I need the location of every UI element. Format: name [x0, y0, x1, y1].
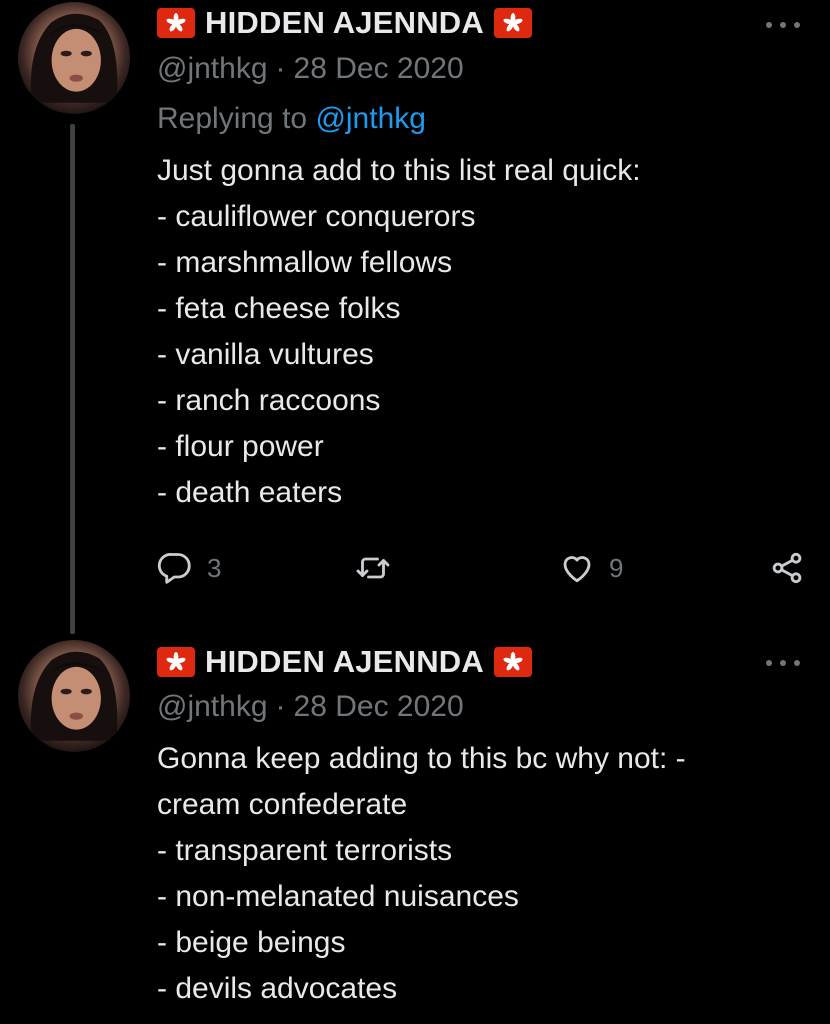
- share-button[interactable]: [769, 545, 805, 591]
- handle[interactable]: @jnthkg: [157, 52, 268, 85]
- tweet-1: HIDDEN AJENNDA @jnthkg · 28 Dec 2020 Reply…: [0, 0, 830, 640]
- tweet-text-line: - devils advocates: [157, 972, 398, 1005]
- avatar[interactable]: [18, 640, 130, 752]
- tweet-text-line: - feta cheese folks: [157, 292, 401, 325]
- hong-kong-flag-icon: [493, 8, 532, 38]
- thread-connector: [70, 124, 75, 634]
- replying-mention-link[interactable]: @jnthkg: [315, 102, 426, 135]
- hong-kong-flag-icon: [157, 647, 195, 677]
- tweet-text-line: cream confederate: [157, 788, 408, 821]
- tweet-text: Just gonna add to this list real quick: …: [157, 148, 797, 516]
- reply-bubble-icon: [157, 553, 191, 584]
- tweet-text-line: - marshmallow fellows: [157, 246, 453, 279]
- display-name[interactable]: HIDDEN AJENNDA: [205, 644, 484, 680]
- reply-count: 3: [207, 552, 222, 583]
- tweet-header: HIDDEN AJENNDA: [157, 640, 532, 684]
- retweet-button[interactable]: [355, 545, 391, 591]
- like-button[interactable]: 9: [559, 545, 623, 591]
- timestamp[interactable]: 28 Dec 2020: [294, 690, 464, 723]
- tweet-text-line: - beige beings: [157, 926, 346, 959]
- reply-button[interactable]: 3: [157, 545, 221, 591]
- more-dots-icon: [766, 22, 772, 28]
- tweet-text-line: - transparent terrorists: [157, 834, 453, 867]
- separator: ·: [275, 52, 286, 85]
- share-nodes-icon: [772, 552, 802, 584]
- more-dots-icon: [766, 660, 772, 666]
- tweet-text-line: - death eaters: [157, 476, 343, 509]
- hong-kong-flag-icon: [157, 8, 195, 38]
- tweet-2: HIDDEN AJENNDA @jnthkg · 28 Dec 2020 Gonna…: [0, 640, 830, 1024]
- more-options-button[interactable]: [766, 14, 800, 36]
- tweet-actions: 3 9: [157, 545, 807, 591]
- avatar-image: [30, 13, 118, 103]
- more-options-button[interactable]: [766, 652, 800, 674]
- handle[interactable]: @jnthkg: [157, 690, 268, 723]
- separator: ·: [275, 690, 286, 723]
- retweet-arrows-icon: [356, 557, 390, 579]
- tweet-text-line: Gonna keep adding to this bc why not: -: [157, 742, 686, 775]
- tweet-meta: @jnthkg · 28 Dec 2020: [157, 690, 464, 724]
- like-count: 9: [609, 552, 624, 583]
- heart-icon: [563, 556, 591, 583]
- tweet-text-line: - cauliflower conquerors: [157, 200, 476, 233]
- replying-prefix: Replying to: [157, 102, 308, 135]
- tweet-text-line: - vanilla vultures: [157, 338, 374, 371]
- tweet-text-line: Just gonna add to this list real quick:: [157, 154, 641, 187]
- avatar[interactable]: [18, 2, 130, 114]
- tweet-text-line: - flour power: [157, 430, 324, 463]
- tweet-header: HIDDEN AJENNDA: [157, 1, 532, 45]
- replying-to: Replying to @jnthkg: [157, 102, 426, 136]
- avatar-image: [30, 651, 118, 741]
- tweet-text-line: - ranch raccoons: [157, 384, 381, 417]
- tweet-meta: @jnthkg · 28 Dec 2020: [157, 52, 464, 86]
- display-name[interactable]: HIDDEN AJENNDA: [205, 5, 484, 41]
- hong-kong-flag-icon: [493, 647, 532, 677]
- timestamp[interactable]: 28 Dec 2020: [294, 52, 464, 85]
- tweet-text-line: - non-melanated nuisances: [157, 880, 519, 913]
- tweet-text: Gonna keep adding to this bc why not: - …: [157, 736, 797, 1012]
